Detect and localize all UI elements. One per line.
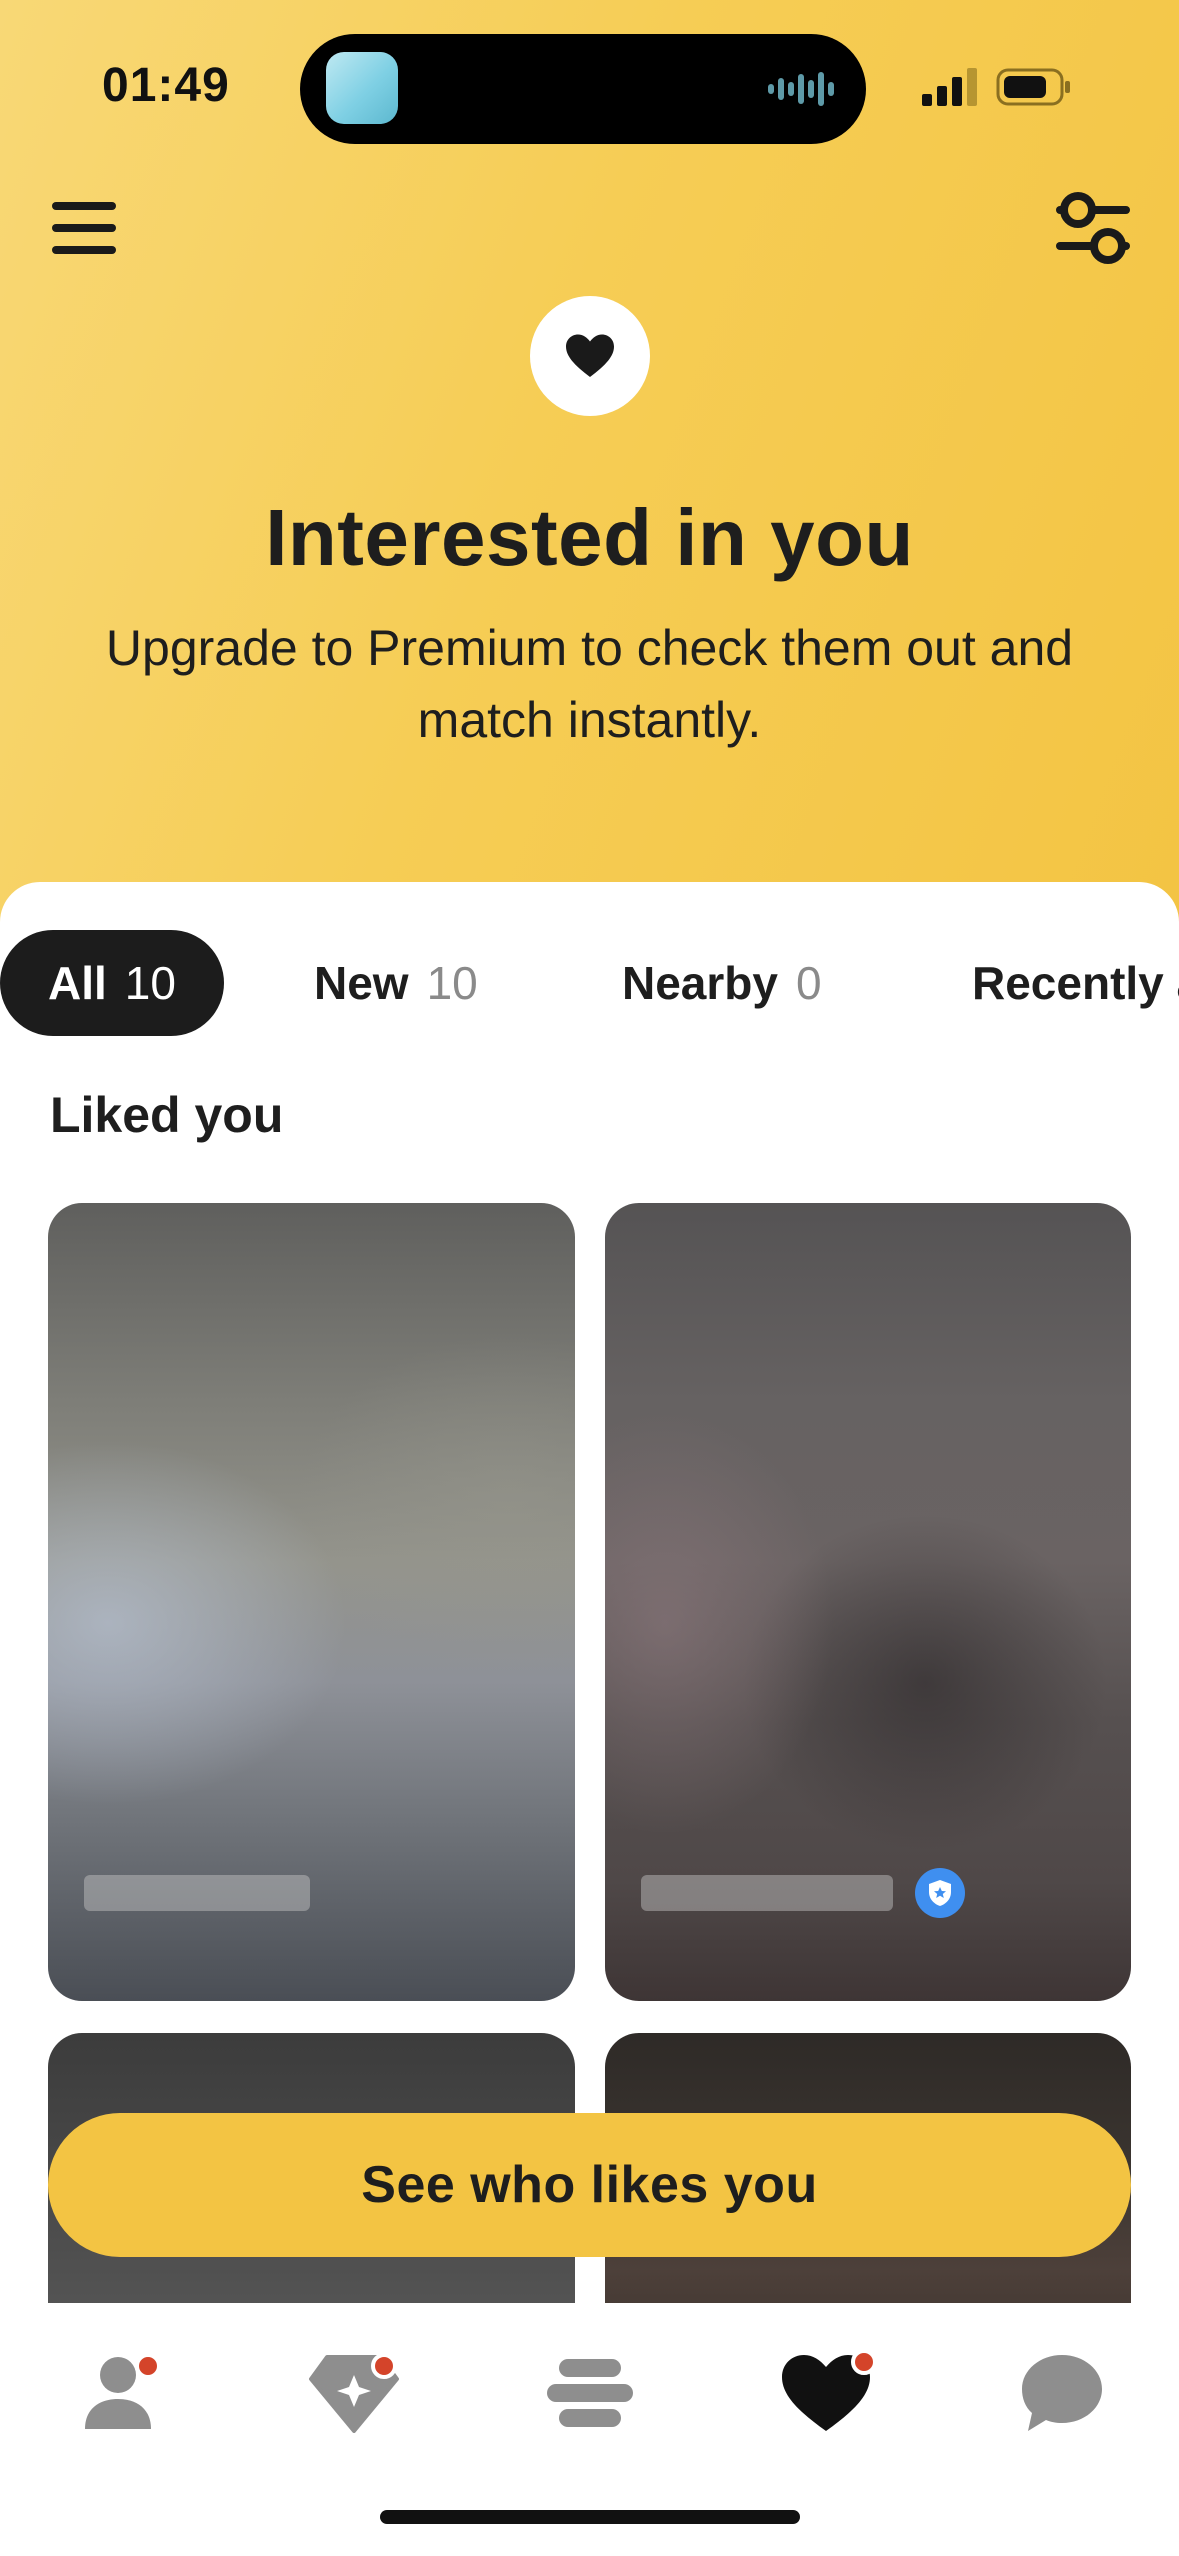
nav-profile[interactable] bbox=[63, 2343, 173, 2443]
nav-chats[interactable] bbox=[1007, 2343, 1117, 2443]
section-title: Liked you bbox=[50, 1087, 284, 1143]
battery-icon bbox=[996, 68, 1070, 106]
now-playing-app-icon bbox=[326, 52, 398, 124]
notification-dot bbox=[851, 2349, 877, 2375]
cellular-signal-icon bbox=[922, 68, 977, 106]
people-stack-icon bbox=[547, 2359, 633, 2427]
nav-people[interactable] bbox=[535, 2343, 645, 2443]
tab-nearby[interactable]: Nearby 0 bbox=[622, 930, 822, 1036]
page-title: Interested in you bbox=[265, 493, 914, 582]
home-indicator[interactable] bbox=[380, 2510, 800, 2524]
chat-bubble-icon bbox=[1022, 2355, 1102, 2431]
tab-count: 10 bbox=[426, 957, 478, 1009]
notification-dot bbox=[135, 2353, 161, 2379]
notification-dot bbox=[371, 2353, 397, 2379]
audio-waveform-icon bbox=[768, 72, 834, 106]
nav-liked-you[interactable] bbox=[771, 2343, 881, 2443]
see-who-likes-you-button[interactable]: See who likes you bbox=[48, 2113, 1131, 2257]
tab-label: New bbox=[314, 957, 409, 1009]
tab-all[interactable]: All 10 bbox=[0, 930, 224, 1036]
liked-you-card[interactable] bbox=[605, 1203, 1131, 2001]
tab-label: Nearby bbox=[622, 957, 778, 1009]
tab-label: Recently a bbox=[972, 957, 1179, 1009]
tab-count: 10 bbox=[124, 957, 176, 1009]
shield-icon bbox=[929, 1880, 951, 1906]
tab-new[interactable]: New 10 bbox=[314, 930, 478, 1036]
dynamic-island bbox=[300, 34, 866, 144]
verified-badge-icon bbox=[915, 1868, 965, 1918]
hero-heart-badge bbox=[530, 296, 650, 416]
blurred-name-placeholder bbox=[84, 1875, 310, 1911]
blurred-name-placeholder bbox=[641, 1875, 893, 1911]
nav-discover[interactable] bbox=[299, 2343, 409, 2443]
filter-sliders-icon[interactable] bbox=[1056, 190, 1130, 266]
hero-banner bbox=[0, 0, 1179, 960]
hamburger-menu-icon[interactable] bbox=[48, 196, 120, 260]
heart-icon bbox=[566, 334, 614, 377]
filter-tabs: All 10 New 10 Nearby 0 Recently a bbox=[0, 930, 1179, 1036]
tab-recently-active[interactable]: Recently a bbox=[972, 930, 1179, 1036]
tab-count: 0 bbox=[795, 957, 822, 1009]
tab-label: All bbox=[48, 957, 107, 1009]
status-time: 01:49 bbox=[102, 59, 230, 112]
liked-you-card[interactable] bbox=[48, 1203, 575, 2001]
page-subtitle: Upgrade to Premium to check them out and… bbox=[105, 620, 1074, 748]
